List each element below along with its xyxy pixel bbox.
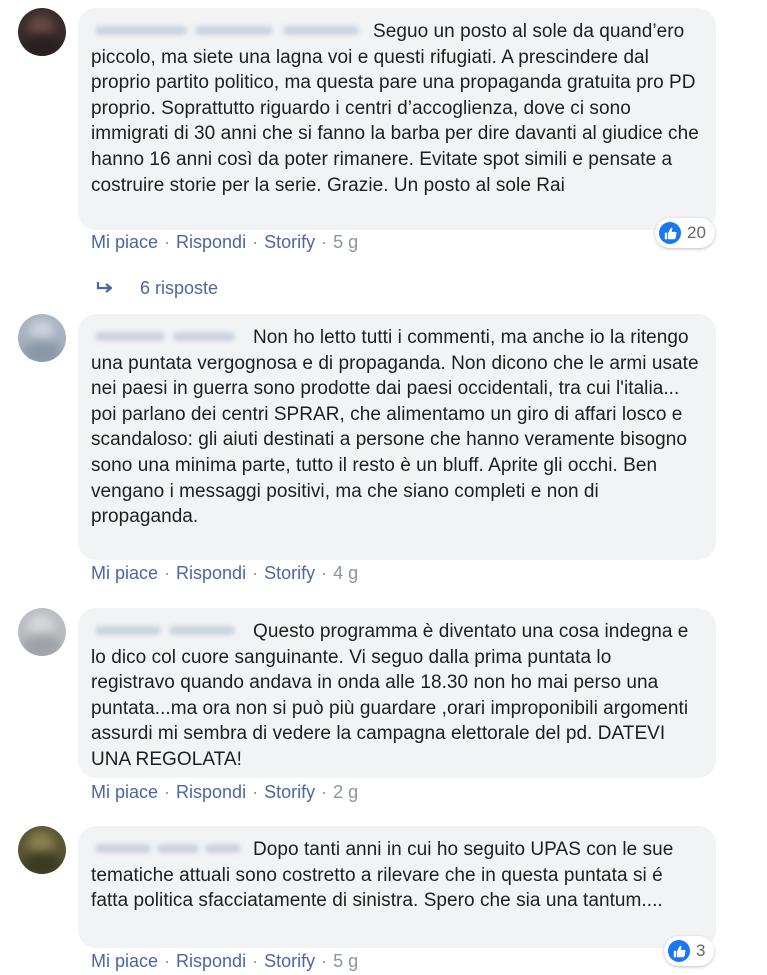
comment-bubble: Questo programma è diventato una cosa in… xyxy=(78,608,716,778)
avatar[interactable] xyxy=(18,8,66,56)
comment-actions: Mi piace · Rispondi · Storify · 5 g xyxy=(91,951,358,975)
comment-text: Non ho letto tutti i commenti, ma anche … xyxy=(91,327,699,528)
author-name-redacted[interactable] xyxy=(91,839,243,857)
separator-dot: · xyxy=(252,232,259,252)
storify-link[interactable]: Storify xyxy=(264,563,315,583)
reaction-summary[interactable]: 20 xyxy=(655,218,715,248)
comment-timestamp[interactable]: 2 g xyxy=(333,782,358,802)
avatar[interactable] xyxy=(18,314,66,362)
separator-dot: · xyxy=(164,951,171,971)
separator-dot: · xyxy=(321,232,328,252)
replies-count-label: 6 risposte xyxy=(140,278,219,298)
storify-link[interactable]: Storify xyxy=(264,782,315,802)
storify-link[interactable]: Storify xyxy=(264,951,315,971)
reply-link[interactable]: Rispondi xyxy=(176,951,246,971)
separator-dot: · xyxy=(252,563,259,583)
comment-timestamp[interactable]: 5 g xyxy=(333,951,358,971)
author-name-redacted[interactable] xyxy=(91,21,363,39)
reply-link[interactable]: Rispondi xyxy=(176,232,246,252)
reply-link[interactable]: Rispondi xyxy=(176,563,246,583)
storify-link[interactable]: Storify xyxy=(264,232,315,252)
comment-text: Seguo un posto al sole da quand’ero picc… xyxy=(91,21,699,196)
thumbs-up-icon xyxy=(659,222,681,244)
separator-dot: · xyxy=(164,782,171,802)
like-link[interactable]: Mi piace xyxy=(91,951,158,971)
comment-bubble: Non ho letto tutti i commenti, ma anche … xyxy=(78,314,716,560)
comment-bubble: Dopo tanti anni in cui ho seguito UPAS c… xyxy=(78,826,716,948)
separator-dot: · xyxy=(321,782,328,802)
reaction-summary[interactable]: 3 xyxy=(664,936,715,966)
separator-dot: · xyxy=(321,563,328,583)
thumbs-up-icon xyxy=(668,940,690,962)
author-name-redacted[interactable] xyxy=(91,621,243,639)
separator-dot: · xyxy=(252,782,259,802)
reaction-count: 3 xyxy=(696,941,706,960)
like-link[interactable]: Mi piace xyxy=(91,782,158,802)
reply-arrow-icon xyxy=(96,282,113,294)
like-link[interactable]: Mi piace xyxy=(91,563,158,583)
comment-timestamp[interactable]: 4 g xyxy=(333,563,358,583)
reply-link[interactable]: Rispondi xyxy=(176,782,246,802)
view-replies-link[interactable]: 6 risposte xyxy=(96,278,218,302)
comment-text: Questo programma è diventato una cosa in… xyxy=(91,621,689,770)
separator-dot: · xyxy=(321,951,328,971)
separator-dot: · xyxy=(252,951,259,971)
comment-actions: Mi piace · Rispondi · Storify · 2 g xyxy=(91,782,358,806)
avatar[interactable] xyxy=(18,608,66,656)
separator-dot: · xyxy=(164,232,171,252)
comment-timestamp[interactable]: 5 g xyxy=(333,232,358,252)
comment-bubble: Seguo un posto al sole da quand’ero picc… xyxy=(78,8,716,230)
like-link[interactable]: Mi piace xyxy=(91,232,158,252)
author-name-redacted[interactable] xyxy=(91,327,243,345)
comment-actions: Mi piace · Rispondi · Storify · 5 g xyxy=(91,232,358,256)
separator-dot: · xyxy=(164,563,171,583)
avatar[interactable] xyxy=(18,826,66,874)
reaction-count: 20 xyxy=(687,223,706,242)
comment-actions: Mi piace · Rispondi · Storify · 4 g xyxy=(91,563,358,587)
